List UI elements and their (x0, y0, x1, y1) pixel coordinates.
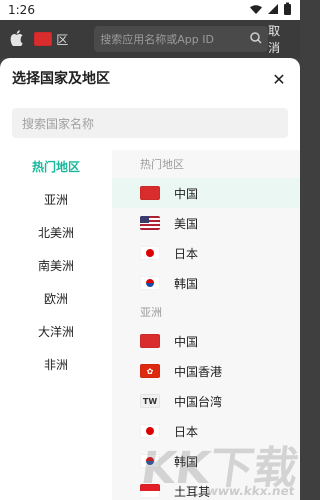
background-search-bar: 区 搜索应用名称或App ID 取消 (0, 20, 300, 58)
country-name: 中国台湾 (174, 394, 223, 409)
search-icon (250, 31, 262, 47)
country-picker-sheet: 选择国家及地区 ✕ 搜索国家名称 热门地区 亚洲 北美洲 南美洲 欧洲 大洋洲 (0, 58, 300, 500)
country-row[interactable]: 中国 (112, 326, 300, 356)
region-nav-item[interactable]: 欧洲 (0, 282, 112, 315)
region-nav-label: 亚洲 (43, 193, 68, 207)
country-row[interactable]: 美国 (112, 208, 300, 238)
country-row[interactable]: 日本 (112, 416, 300, 446)
kr-flag-icon (140, 454, 160, 468)
sheet-title: 选择国家及地区 (12, 71, 110, 87)
section-title: 热门地区 (140, 158, 184, 171)
region-nav: 热门地区 亚洲 北美洲 南美洲 欧洲 大洋洲 非洲 (0, 150, 112, 500)
section-title: 亚洲 (140, 306, 162, 319)
region-nav-label: 欧洲 (43, 292, 68, 306)
country-name: 中国 (174, 334, 199, 349)
country-name: 韩国 (174, 276, 199, 291)
region-nav-item[interactable]: 亚洲 (0, 183, 112, 216)
region-short: 区 (56, 32, 69, 47)
country-name: 日本 (174, 424, 199, 439)
cn-flag-icon (140, 186, 160, 200)
country-name: 韩国 (174, 454, 199, 469)
status-time: 1:26 (8, 3, 35, 17)
region-nav-label: 大洋洲 (37, 325, 74, 339)
country-row[interactable]: TW 中国台湾 (112, 386, 300, 416)
kr-flag-icon (140, 276, 160, 290)
region-nav-item[interactable]: 非洲 (0, 348, 112, 381)
country-row[interactable]: ✿ 中国香港 (112, 356, 300, 386)
jp-flag-icon (140, 424, 160, 438)
region-nav-label: 南美洲 (37, 259, 74, 273)
country-list[interactable]: 热门地区 中国 美国 日本 韩国 亚洲 中国 ✿ 中国香港 TW 中国台湾 日本… (112, 150, 300, 500)
country-row[interactable]: 韩国 (112, 446, 300, 476)
country-search-placeholder: 搜索国家名称 (22, 116, 95, 131)
region-nav-item[interactable]: 热门地区 (0, 150, 112, 183)
country-name: 土耳其 (174, 484, 211, 499)
cellular-icon (267, 3, 279, 18)
cn-flag-icon (140, 334, 160, 348)
close-button[interactable]: ✕ (268, 68, 290, 90)
country-row[interactable]: 中国 (112, 178, 300, 208)
apple-icon (10, 29, 24, 49)
region-nav-label: 非洲 (43, 358, 68, 372)
status-icons (249, 2, 292, 19)
region-nav-label: 北美洲 (37, 226, 74, 240)
wifi-icon (249, 3, 263, 18)
country-name: 日本 (174, 246, 199, 261)
hk-flag-icon: ✿ (140, 364, 160, 378)
status-bar: 1:26 (0, 0, 300, 20)
region-nav-item[interactable]: 南美洲 (0, 249, 112, 282)
country-row[interactable]: 韩国 (112, 268, 300, 298)
country-name: 中国香港 (174, 364, 223, 379)
picker-content: 热门地区 亚洲 北美洲 南美洲 欧洲 大洋洲 非洲 热门地区 中国 美国 日本 … (0, 150, 300, 500)
background-cancel-button: 取消 (268, 24, 281, 55)
jp-flag-icon (140, 246, 160, 260)
us-flag-icon (140, 216, 160, 230)
tw-flag-icon: TW (140, 394, 160, 408)
country-name: 中国 (174, 186, 199, 201)
region-nav-item[interactable]: 北美洲 (0, 216, 112, 249)
region-nav-label: 热门地区 (31, 160, 80, 174)
country-search-input[interactable]: 搜索国家名称 (12, 108, 288, 138)
cn-flag-icon (34, 32, 53, 46)
background-search-input: 搜索应用名称或App ID (94, 26, 269, 52)
flag-icon (140, 484, 160, 498)
close-icon: ✕ (272, 69, 286, 89)
region-nav-item[interactable]: 大洋洲 (0, 315, 112, 348)
country-row[interactable]: 土耳其 (112, 476, 300, 500)
background-search-placeholder: 搜索应用名称或App ID (100, 33, 214, 46)
country-row[interactable]: 日本 (112, 238, 300, 268)
battery-icon (283, 2, 292, 19)
country-name: 美国 (174, 216, 199, 231)
